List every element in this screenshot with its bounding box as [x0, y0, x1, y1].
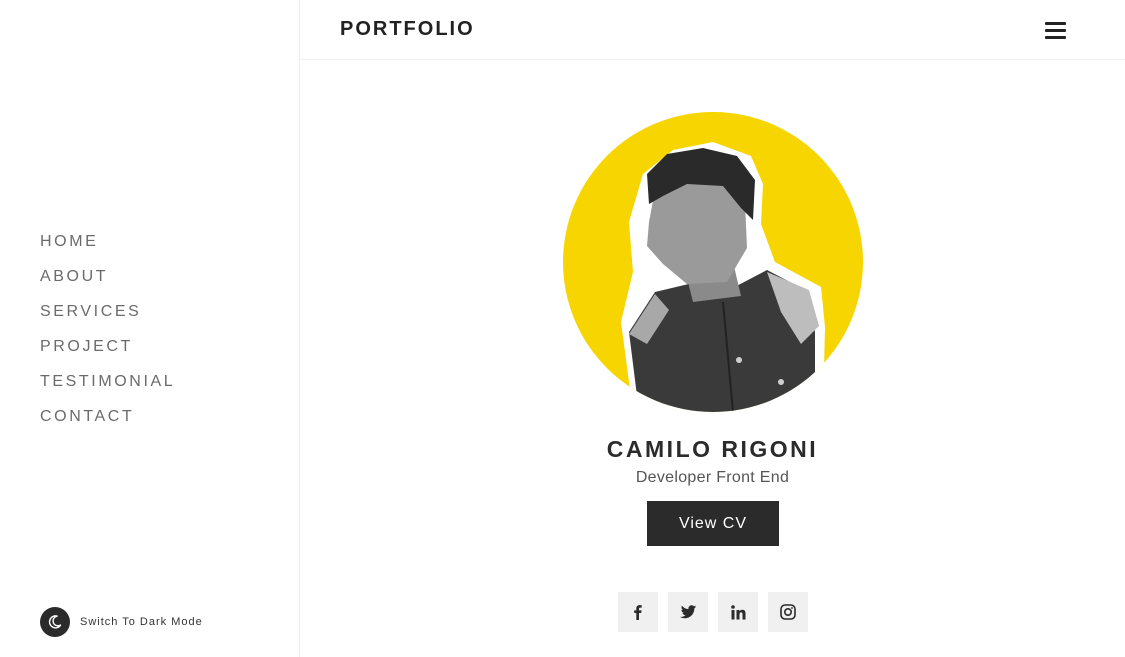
dark-mode-label: Switch To Dark Mode	[80, 616, 203, 628]
sidebar-nav: HOME ABOUT SERVICES PROJECT TESTIMONIAL …	[40, 229, 175, 439]
facebook-icon[interactable]	[618, 592, 658, 632]
dark-mode-toggle[interactable]: Switch To Dark Mode	[40, 607, 203, 637]
profile-avatar	[563, 112, 863, 412]
nav-item-contact[interactable]: CONTACT	[40, 404, 175, 439]
menu-icon[interactable]	[1045, 22, 1066, 39]
twitter-icon[interactable]	[668, 592, 708, 632]
nav-item-services[interactable]: SERVICES	[40, 299, 175, 334]
sidebar: HOME ABOUT SERVICES PROJECT TESTIMONIAL …	[0, 0, 300, 657]
top-bar: PORTFOLIO	[300, 0, 1125, 60]
social-links	[618, 592, 808, 632]
brand-logo[interactable]: PORTFOLIO	[340, 18, 475, 41]
profile-name: CAMILO RIGONI	[606, 436, 819, 462]
moon-icon	[40, 607, 70, 637]
nav-item-testimonial[interactable]: TESTIMONIAL	[40, 369, 175, 404]
instagram-icon[interactable]	[768, 592, 808, 632]
profile-role: Developer Front End	[635, 469, 790, 486]
hero-section: CAMILO RIGONI Developer Front End View C…	[300, 60, 1125, 657]
nav-item-about[interactable]: ABOUT	[40, 264, 175, 299]
view-cv-button[interactable]: View CV	[647, 501, 779, 546]
linkedin-icon[interactable]	[718, 592, 758, 632]
nav-item-project[interactable]: PROJECT	[40, 334, 175, 369]
nav-item-home[interactable]: HOME	[40, 229, 175, 264]
